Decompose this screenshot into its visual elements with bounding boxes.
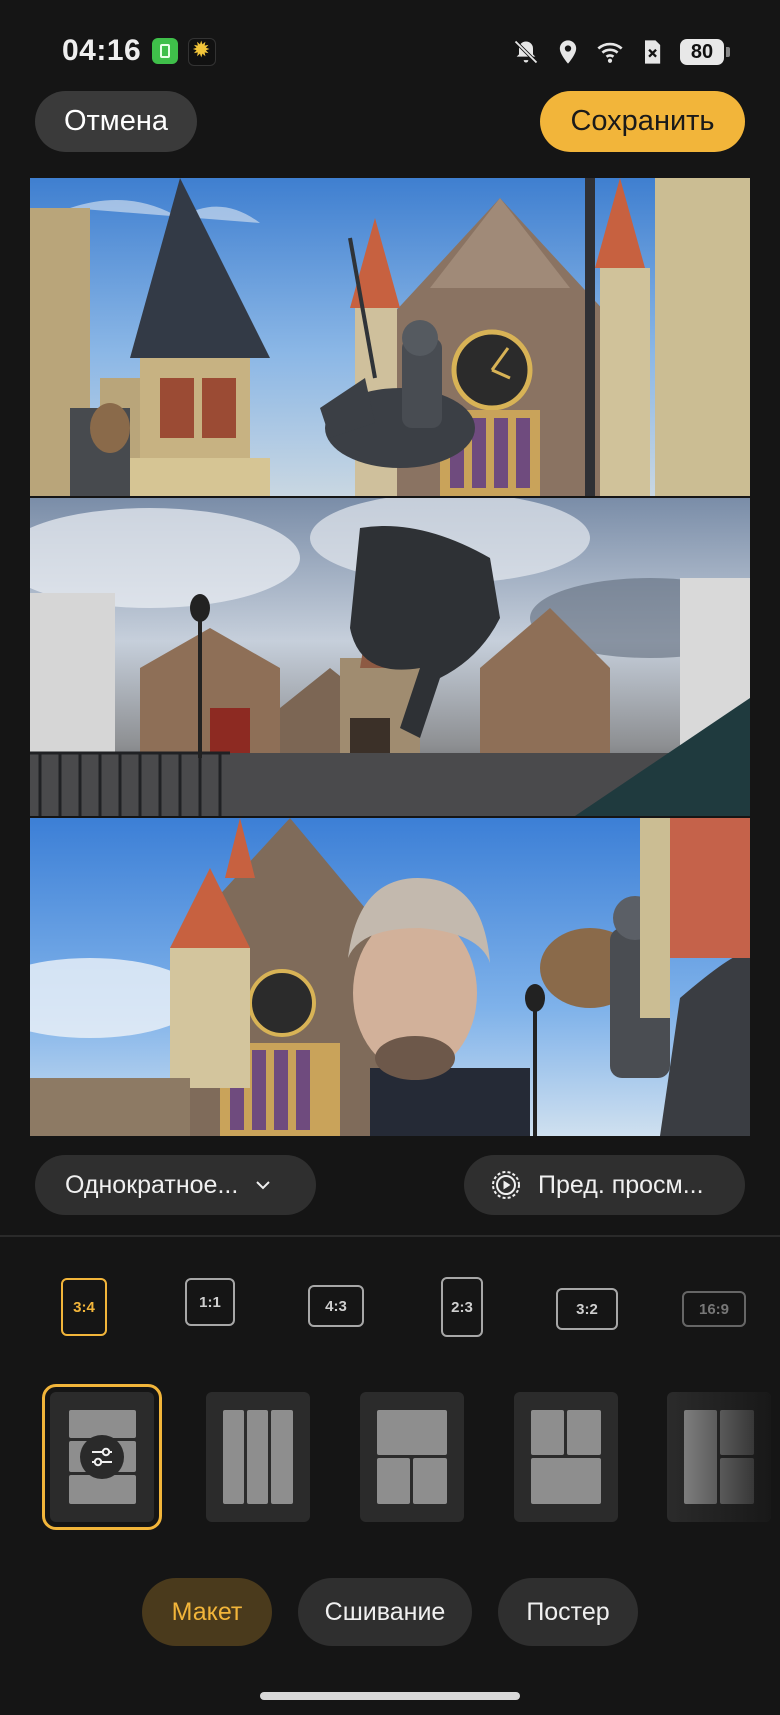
- status-time: 04:16: [62, 34, 142, 67]
- ratio-1-1[interactable]: 1:1: [185, 1278, 235, 1326]
- layout-cell: [531, 1458, 601, 1504]
- save-button[interactable]: Сохранить: [540, 91, 745, 152]
- collage-photo-1[interactable]: [30, 178, 750, 496]
- capture-mode-label: Однократное...: [65, 1170, 239, 1199]
- layout-cell: [377, 1410, 447, 1455]
- status-bar: 04:16 80: [0, 0, 780, 100]
- ratio-2-3[interactable]: 2:3: [441, 1277, 483, 1337]
- system-icons: 80: [512, 36, 730, 68]
- tab-stitching[interactable]: Сшивание: [298, 1578, 472, 1646]
- layout-top-one-bottom-two[interactable]: [360, 1392, 464, 1522]
- divider: [0, 1235, 780, 1237]
- scroll-fade: [667, 1392, 771, 1522]
- layout-stacked-3[interactable]: [42, 1384, 162, 1530]
- tab-layout[interactable]: Макет: [142, 1578, 272, 1646]
- chevron-down-icon: [256, 1181, 270, 1190]
- adjust-sliders-icon[interactable]: [80, 1435, 124, 1479]
- collage-photo-3[interactable]: [30, 818, 750, 1136]
- layout-top-two-bottom-one[interactable]: [514, 1392, 618, 1522]
- preview-label: Пред. просм...: [538, 1170, 704, 1199]
- play-preview-icon: [492, 1171, 520, 1199]
- ratio-3-4[interactable]: 3:4: [61, 1278, 107, 1336]
- layout-cell: [413, 1458, 447, 1504]
- collage-preview[interactable]: [30, 178, 750, 1136]
- ratio-16-9[interactable]: 16:9: [682, 1291, 746, 1327]
- layout-cell: [247, 1410, 268, 1504]
- location-icon: [559, 40, 577, 64]
- app-notification-icon: [152, 38, 178, 64]
- weather-notification-icon: [188, 37, 216, 66]
- layout-cell: [223, 1410, 244, 1504]
- ratio-3-2[interactable]: 3:2: [556, 1288, 618, 1330]
- layout-cell: [567, 1410, 601, 1455]
- no-sim-icon: [645, 40, 661, 64]
- layout-cell: [531, 1410, 564, 1455]
- layout-cell: [69, 1475, 136, 1504]
- collage-photo-2[interactable]: [30, 498, 750, 816]
- cancel-button[interactable]: Отмена: [35, 91, 197, 152]
- layout-cell: [271, 1410, 293, 1504]
- wifi-icon: [597, 42, 623, 63]
- ratio-4-3[interactable]: 4:3: [308, 1285, 364, 1327]
- layout-cell: [377, 1458, 410, 1504]
- battery-icon: 80: [680, 39, 730, 65]
- layout-cell: [69, 1410, 136, 1438]
- tab-poster[interactable]: Постер: [498, 1578, 638, 1646]
- bell-muted-icon: [514, 40, 538, 64]
- capture-mode-dropdown[interactable]: Однократное...: [35, 1155, 316, 1215]
- home-indicator[interactable]: [260, 1692, 520, 1700]
- layout-three-columns[interactable]: [206, 1392, 310, 1522]
- layout-left-one-right-two[interactable]: [667, 1392, 771, 1522]
- preview-button[interactable]: Пред. просм...: [464, 1155, 745, 1215]
